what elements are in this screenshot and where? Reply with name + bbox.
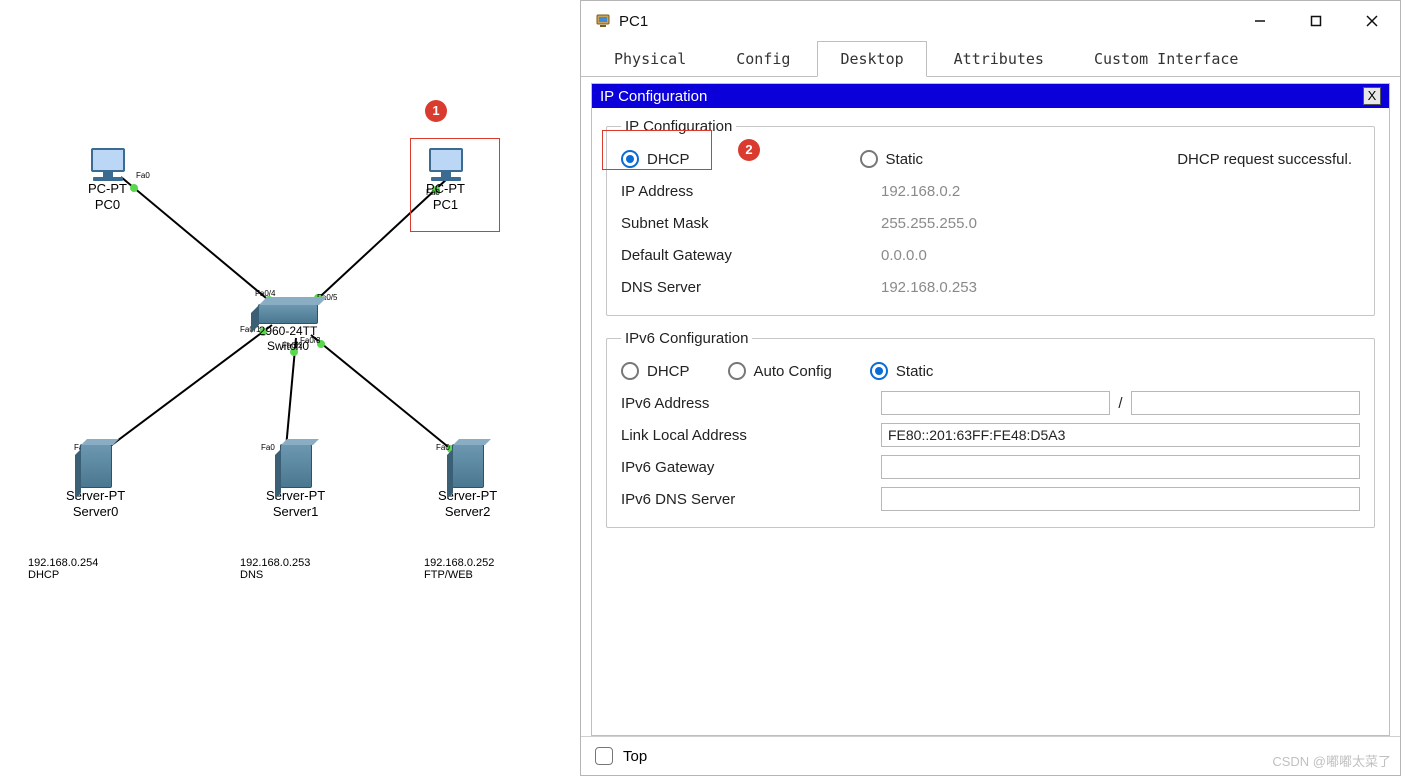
slash: / xyxy=(1118,395,1122,412)
radio-static-label: Static xyxy=(886,151,924,168)
pc-app-icon xyxy=(595,12,613,30)
ipv6-gw-label: IPv6 Gateway xyxy=(621,459,871,476)
ipv6-dns-input[interactable] xyxy=(881,487,1360,511)
tab-custom-interface[interactable]: Custom Interface xyxy=(1071,41,1262,77)
radio-dot-icon xyxy=(621,150,639,168)
pc-icon xyxy=(91,148,125,172)
close-icon xyxy=(1366,15,1378,27)
ipv6-legend: IPv6 Configuration xyxy=(621,330,752,347)
tabs: Physical Config Desktop Attributes Custo… xyxy=(581,41,1400,77)
ipv6-fieldset: IPv6 Configuration DHCP Auto Config Stat… xyxy=(606,330,1375,528)
ipv6-dns-label: IPv6 DNS Server xyxy=(621,491,871,508)
node-server2[interactable]: Server-PTServer2 xyxy=(438,444,497,521)
radio-dot-icon xyxy=(621,362,639,380)
switch-icon xyxy=(258,304,318,324)
node-server1[interactable]: Server-PTServer1 xyxy=(266,444,325,521)
radio-dot-icon xyxy=(860,150,878,168)
tab-physical[interactable]: Physical xyxy=(591,41,709,77)
ipv6-static-label: Static xyxy=(896,363,934,380)
tab-desktop[interactable]: Desktop xyxy=(817,41,926,77)
switch-type: 2960-24TT xyxy=(259,324,318,338)
pc-icon xyxy=(429,148,463,172)
note-server0: 192.168.0.254 DHCP xyxy=(28,557,98,581)
gw-label: Default Gateway xyxy=(621,247,871,264)
node-switch0[interactable]: 2960-24TTSwitch0 xyxy=(258,304,318,354)
maximize-button[interactable] xyxy=(1288,1,1344,41)
node-pc0[interactable]: PC-PTPC0 xyxy=(88,148,127,214)
svg-text:Fa0: Fa0 xyxy=(136,171,150,180)
annotation-badge-2: 2 xyxy=(738,139,760,161)
radio-dhcp[interactable]: DHCP xyxy=(621,150,690,168)
node-server0[interactable]: Server-PTServer0 xyxy=(66,444,125,521)
note-server1: 192.168.0.253 DNS xyxy=(240,557,310,581)
tab-attributes[interactable]: Attributes xyxy=(931,41,1067,77)
top-checkbox[interactable] xyxy=(595,747,613,765)
server1-name: Server1 xyxy=(273,504,319,519)
mask-label: Subnet Mask xyxy=(621,215,871,232)
ipv6-prefix-input[interactable] xyxy=(1131,391,1360,415)
radio-ipv6-auto[interactable]: Auto Config xyxy=(728,362,832,380)
ip-config-panel: IP Configuration X IP Configuration DHCP… xyxy=(591,83,1390,736)
ipv4-fieldset: IP Configuration DHCP Static DHCP reques… xyxy=(606,118,1375,316)
radio-dhcp-label: DHCP xyxy=(647,151,690,168)
mask-value: 255.255.255.0 xyxy=(881,215,1360,232)
maximize-icon xyxy=(1310,15,1322,27)
pc1-type: PC-PT xyxy=(426,181,465,196)
window-title: PC1 xyxy=(619,13,648,30)
dns-label: DNS Server xyxy=(621,279,871,296)
dhcp-status-msg: DHCP request successful. xyxy=(961,151,1360,168)
radio-static[interactable]: Static xyxy=(860,150,924,168)
ipv6-ll-input[interactable] xyxy=(881,423,1360,447)
minimize-icon xyxy=(1254,15,1266,27)
server-icon xyxy=(280,444,312,488)
top-label: Top xyxy=(623,748,647,765)
server0-name: Server0 xyxy=(73,504,119,519)
gw-value: 0.0.0.0 xyxy=(881,247,1360,264)
radio-dot-icon xyxy=(728,362,746,380)
close-button[interactable] xyxy=(1344,1,1400,41)
ipv6-addr-input[interactable] xyxy=(881,391,1110,415)
titlebar[interactable]: PC1 xyxy=(581,1,1400,41)
server-icon xyxy=(80,444,112,488)
radio-ipv6-static[interactable]: Static xyxy=(870,362,934,380)
server-icon xyxy=(452,444,484,488)
server2-name: Server2 xyxy=(445,504,491,519)
ipv6-gw-input[interactable] xyxy=(881,455,1360,479)
ipv6-dhcp-label: DHCP xyxy=(647,363,690,380)
node-pc1[interactable]: PC-PTPC1 xyxy=(426,148,465,214)
annotation-badge-1: 1 xyxy=(425,100,447,122)
window-footer: Top xyxy=(581,736,1400,775)
tab-config[interactable]: Config xyxy=(713,41,813,77)
panel-title: IP Configuration xyxy=(600,88,707,105)
ip-value: 192.168.0.2 xyxy=(881,183,1360,200)
ipv6-auto-label: Auto Config xyxy=(754,363,832,380)
ipv6-addr-label: IPv6 Address xyxy=(621,395,871,412)
ipv4-legend: IP Configuration xyxy=(621,118,736,135)
panel-close-button[interactable]: X xyxy=(1363,87,1381,105)
ip-label: IP Address xyxy=(621,183,871,200)
ipv6-ll-label: Link Local Address xyxy=(621,427,871,444)
pc1-name: PC1 xyxy=(433,197,458,212)
links-layer: Fa0 Fa0 Fa0/4 Fa0/5 Fa0/1 Fa0/2 Fa0/3 Fa… xyxy=(0,0,580,776)
switch-name: Switch0 xyxy=(267,339,309,353)
pc0-type: PC-PT xyxy=(88,181,127,196)
note-server2: 192.168.0.252 FTP/WEB xyxy=(424,557,494,581)
topology-canvas[interactable]: Fa0 Fa0 Fa0/4 Fa0/5 Fa0/1 Fa0/2 Fa0/3 Fa… xyxy=(0,0,580,776)
dns-value: 192.168.0.253 xyxy=(881,279,1360,296)
radio-ipv6-dhcp[interactable]: DHCP xyxy=(621,362,690,380)
minimize-button[interactable] xyxy=(1232,1,1288,41)
pc0-name: PC0 xyxy=(95,197,120,212)
panel-header: IP Configuration X xyxy=(592,84,1389,108)
pc1-window: PC1 Physical Config Desktop Attributes C… xyxy=(580,0,1401,776)
radio-dot-icon xyxy=(870,362,888,380)
